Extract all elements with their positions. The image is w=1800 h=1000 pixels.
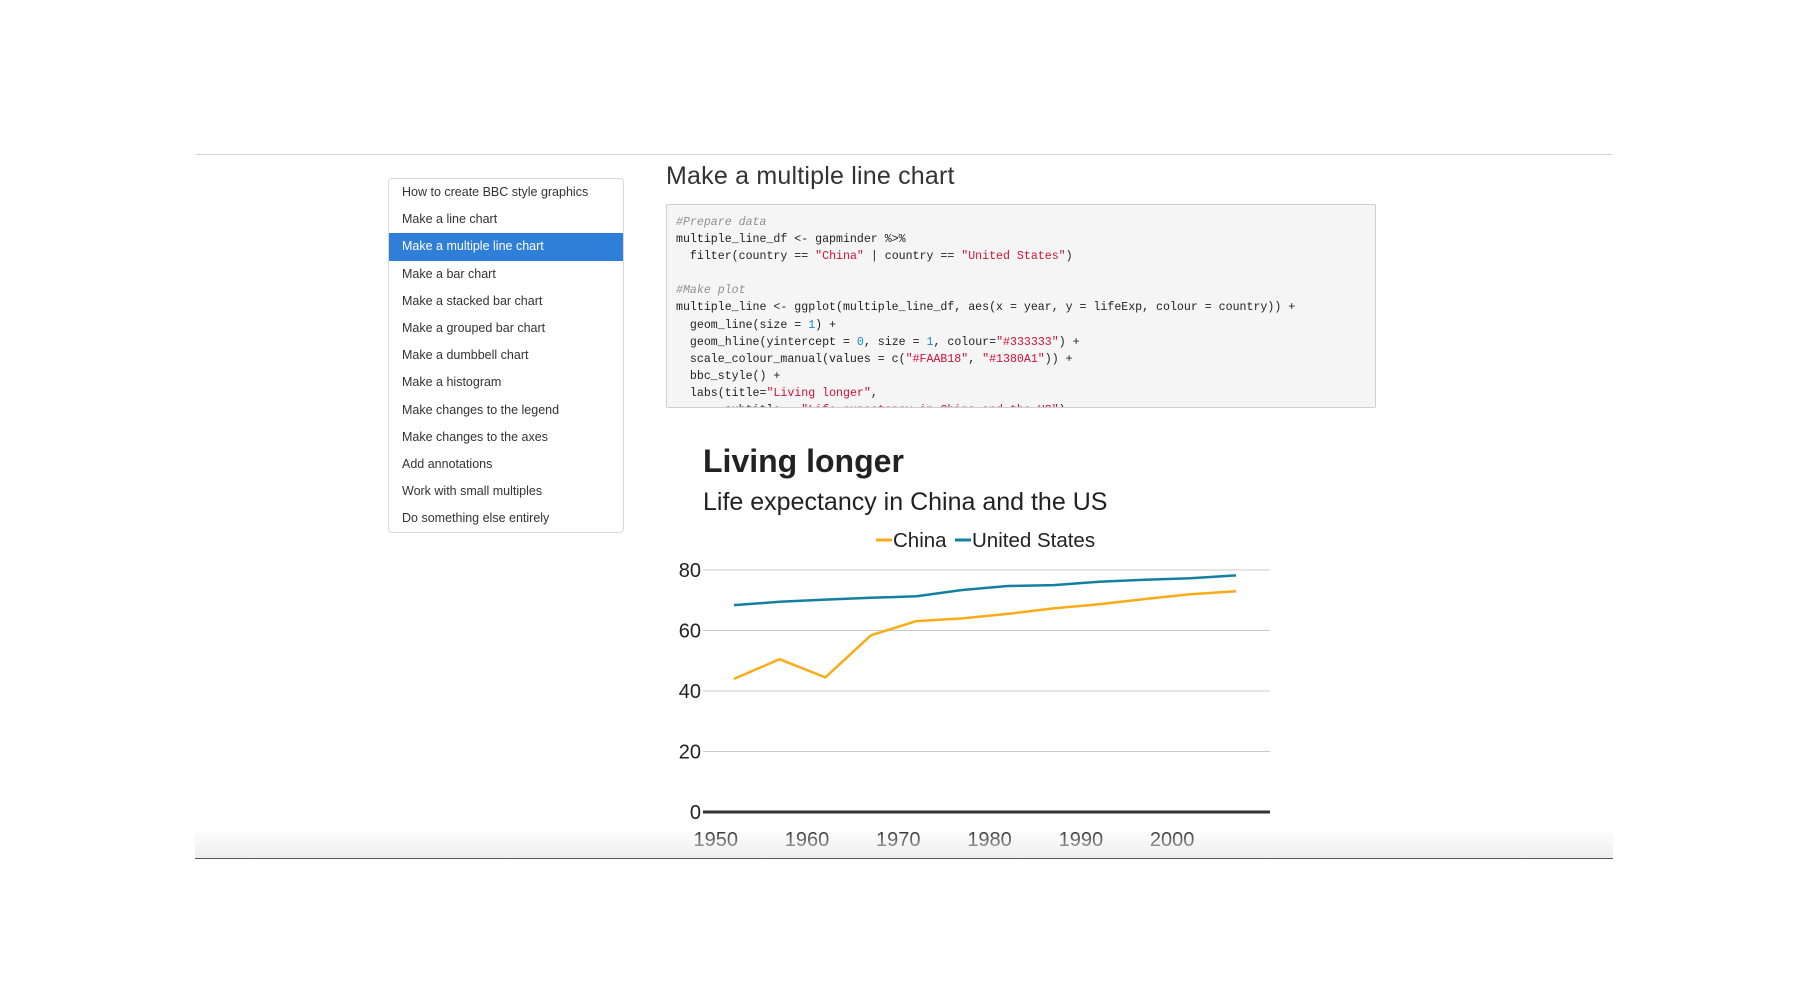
- code-token: geom_line(size =: [676, 318, 809, 332]
- sidebar-item-0[interactable]: How to create BBC style graphics: [389, 179, 623, 206]
- code-token: multiple_line_df <- gapminder %>%: [676, 233, 906, 247]
- code-line: filter(country == "China" | country == "…: [676, 248, 1375, 265]
- y-tick-label: 80: [679, 560, 701, 582]
- sidebar-item-11[interactable]: Work with small multiples: [389, 478, 623, 505]
- code-token: ): [1065, 250, 1073, 264]
- sidebar-item-9[interactable]: Make changes to the axes: [389, 424, 623, 451]
- code-token: "#1380A1": [982, 352, 1045, 366]
- legend-label: China: [893, 529, 947, 552]
- multiple-line-chart: Living longer Life expectancy in China a…: [679, 443, 1270, 851]
- code-token: ): [1059, 404, 1066, 407]
- sidebar-item-12[interactable]: Do something else entirely: [389, 505, 623, 532]
- code-token: )) +: [1044, 352, 1073, 366]
- code-token: filter(country ==: [676, 250, 816, 264]
- sidebar-item-3[interactable]: Make a bar chart: [389, 261, 623, 288]
- code-token: labs(title=: [676, 386, 767, 400]
- table-of-contents: How to create BBC style graphics Make a l…: [388, 178, 624, 534]
- sidebar-item-7[interactable]: Make a histogram: [389, 369, 623, 396]
- chart-gridlines: [703, 569, 1270, 752]
- code-line: subtitle = "Life expectancy in China and…: [676, 402, 1375, 407]
- series-line-0: [733, 589, 1237, 681]
- sidebar-item-2[interactable]: Make a multiple line chart: [389, 233, 623, 261]
- code-token: "Life expectancy in China and the US": [801, 404, 1058, 407]
- code-token: #Prepare data: [676, 216, 767, 229]
- code-token: , size =: [863, 335, 927, 349]
- code-token: geom_hline(yintercept =: [676, 335, 857, 349]
- code-token: bbc_style() +: [676, 369, 781, 383]
- code-line: #Make plot: [676, 282, 1375, 299]
- bottom-fade: [195, 828, 1613, 858]
- code-token: multiple_line <- ggplot(multiple_line_df…: [676, 301, 1296, 315]
- code-token: "Living longer": [766, 386, 871, 400]
- chart-legend: China United States: [876, 529, 1095, 552]
- chart-series-lines: [733, 574, 1237, 681]
- code-block: #Prepare data multiple_line_df <- gapmind…: [666, 204, 1376, 408]
- code-token: "China": [815, 250, 864, 264]
- sidebar-item-10[interactable]: Add annotations: [389, 451, 623, 478]
- sidebar-item-5[interactable]: Make a grouped bar chart: [389, 315, 623, 342]
- chart-subtitle: Life expectancy in China and the US: [703, 488, 1107, 516]
- code-token: "United States": [961, 250, 1066, 264]
- y-tick-label: 0: [690, 802, 701, 824]
- y-axis-labels: 0 20 40 60 80: [679, 560, 701, 824]
- code-token: ) +: [1058, 335, 1080, 349]
- code-token: "#FAAB18": [905, 352, 969, 366]
- code-token: scale_colour_manual(values = c(: [676, 352, 906, 366]
- sidebar-item-4[interactable]: Make a stacked bar chart: [389, 288, 623, 315]
- y-tick-label: 20: [679, 742, 701, 764]
- chart-title: Living longer: [703, 443, 904, 479]
- code-line: geom_hline(yintercept = 0, size = 1, col…: [676, 334, 1375, 351]
- sidebar-item-8[interactable]: Make changes to the legend: [389, 397, 623, 424]
- code-token: | country ==: [863, 250, 962, 264]
- sidebar-item-6[interactable]: Make a dumbbell chart: [389, 342, 623, 369]
- code-token: 0: [856, 335, 864, 349]
- y-tick-label: 60: [679, 621, 701, 643]
- y-tick-label: 40: [679, 681, 701, 703]
- sidebar-item-1[interactable]: Make a line chart: [389, 206, 623, 233]
- code-line: scale_colour_manual(values = c("#FAAB18"…: [676, 351, 1375, 368]
- legend-label: United States: [972, 529, 1095, 552]
- section-title: Make a multiple line chart: [666, 162, 955, 190]
- code-line: multiple_line_df <- gapminder %>%: [676, 231, 1375, 248]
- code-token: #Make plot: [676, 284, 746, 298]
- code-token: ,: [968, 352, 983, 366]
- code-token: "#333333": [996, 335, 1059, 349]
- frame-top-rule: [195, 154, 1613, 155]
- code-line: labs(title="Living longer",: [676, 385, 1375, 402]
- code-line: geom_line(size = 1) +: [676, 317, 1375, 334]
- code-token: ,: [870, 386, 878, 400]
- code-line: #Prepare data: [676, 214, 1375, 231]
- code-token: ) +: [815, 318, 837, 332]
- code-token: , colour=: [933, 335, 997, 349]
- code-line: multiple_line <- ggplot(multiple_line_df…: [676, 299, 1375, 316]
- series-line-1: [733, 574, 1237, 607]
- code-line: bbc_style() +: [676, 368, 1375, 385]
- code-token: subtitle =: [676, 404, 801, 407]
- frame-bottom-rule: [195, 858, 1613, 859]
